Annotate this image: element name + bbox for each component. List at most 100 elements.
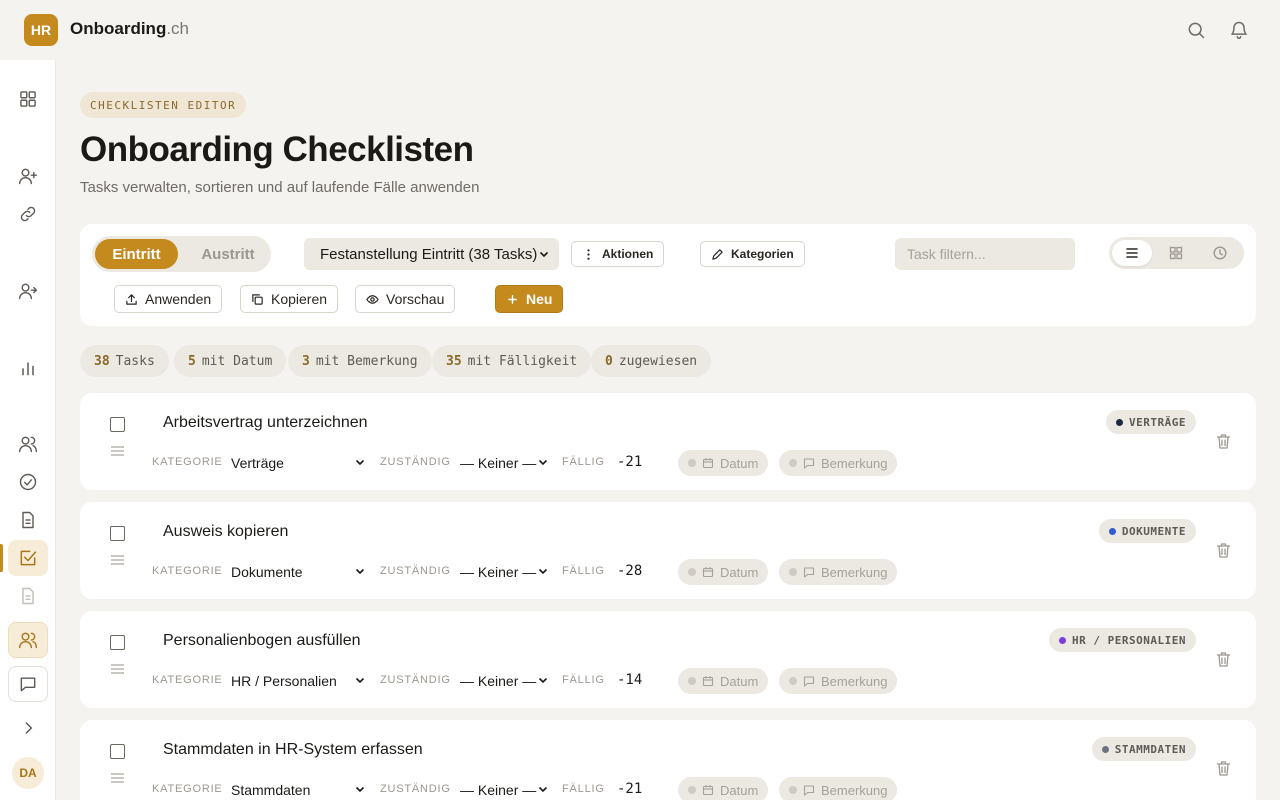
new-task-label: Neu: [526, 291, 553, 307]
search-icon[interactable]: [1186, 20, 1206, 40]
date-toggle[interactable]: Datum: [678, 559, 769, 585]
task-checkbox[interactable]: [110, 526, 125, 541]
chevron-down-icon: [538, 677, 548, 684]
remark-toggle[interactable]: Bemerkung: [779, 559, 898, 585]
message-icon: [20, 677, 36, 692]
trash-icon[interactable]: [1216, 760, 1231, 777]
category-value: Dokumente: [231, 564, 303, 580]
task-name[interactable]: Arbeitsvertrag unterzeichnen: [163, 414, 368, 432]
assignee-select[interactable]: — Keiner —: [460, 453, 548, 473]
toolbar-card: Eintritt Austritt Festanstellung Eintrit…: [80, 224, 1256, 326]
new-task-button[interactable]: Neu: [495, 285, 564, 313]
nav-dashboard[interactable]: [8, 81, 48, 117]
remark-toggle-label: Bemerkung: [821, 673, 888, 689]
stat-assigned-label: zugewiesen: [618, 353, 698, 369]
date-toggle[interactable]: Datum: [678, 777, 769, 800]
trash-icon[interactable]: [1216, 651, 1231, 668]
nav-add-person[interactable]: [8, 158, 48, 194]
drag-handle-icon[interactable]: [110, 663, 125, 675]
stat-tasks: 38 Tasks: [80, 345, 169, 377]
mode-exit-button[interactable]: Austritt: [188, 239, 268, 269]
clock-icon: [1213, 246, 1227, 260]
nav-messages[interactable]: [8, 666, 48, 702]
drag-handle-icon[interactable]: [110, 772, 125, 784]
date-toggle-label: Datum: [720, 564, 759, 580]
mode-entry-button[interactable]: Eintritt: [95, 239, 178, 269]
view-grid-button[interactable]: [1156, 240, 1196, 266]
drag-handle-icon[interactable]: [110, 554, 125, 566]
assignee-select[interactable]: — Keiner —: [460, 671, 548, 691]
nav-checklists[interactable]: [0, 540, 48, 576]
trash-icon[interactable]: [1216, 433, 1231, 450]
page-subtitle: Tasks verwalten, sortieren und auf laufe…: [80, 179, 480, 196]
nav-links[interactable]: [8, 196, 48, 232]
nav-people[interactable]: [8, 426, 48, 462]
due-value[interactable]: -14: [617, 672, 642, 688]
nav-documents[interactable]: [8, 502, 48, 538]
category-badge: HR / PERSONALIEN: [1049, 628, 1196, 652]
category-color-dot: [1101, 745, 1109, 753]
calendar-icon: [702, 458, 714, 469]
task-name[interactable]: Stammdaten in HR-System erfassen: [163, 741, 423, 759]
date-status-dot: [688, 459, 696, 467]
date-status-dot: [688, 568, 696, 576]
preview-button[interactable]: Vorschau: [355, 285, 456, 313]
assignee-label: ZUSTÄNDIG: [380, 783, 451, 795]
template-select[interactable]: Festanstellung Eintritt (38 Tasks): [304, 238, 559, 270]
category-select[interactable]: Stammdaten: [231, 780, 365, 800]
category-select[interactable]: HR / Personalien: [231, 671, 365, 691]
actions-button[interactable]: Aktionen: [571, 241, 665, 267]
stat-remark-label: mit Bemerkung: [315, 353, 418, 369]
nav-offboarding[interactable]: [8, 273, 48, 309]
task-checkbox[interactable]: [110, 417, 125, 432]
stat-due-label: mit Fälligkeit: [467, 353, 578, 369]
brand-name[interactable]: Onboarding.ch: [70, 19, 189, 39]
chevron-down-icon: [539, 251, 549, 258]
view-list-button[interactable]: [1112, 240, 1152, 266]
due-value[interactable]: -21: [617, 781, 642, 797]
category-select[interactable]: Dokumente: [231, 562, 365, 582]
chevron-right-icon: [25, 722, 33, 734]
nav-templates[interactable]: [8, 578, 48, 614]
remark-toggle[interactable]: Bemerkung: [779, 450, 898, 476]
assignee-select[interactable]: — Keiner —: [460, 562, 548, 582]
task-name[interactable]: Personalienbogen ausfüllen: [163, 632, 360, 650]
date-toggle[interactable]: Datum: [678, 450, 769, 476]
assignee-select[interactable]: — Keiner —: [460, 780, 548, 800]
nav-reports[interactable]: [8, 350, 48, 386]
category-select[interactable]: Verträge: [231, 453, 365, 473]
trash-icon[interactable]: [1216, 542, 1231, 559]
apply-label: Anwenden: [145, 291, 212, 307]
user-plus-icon: [18, 168, 38, 185]
remark-toggle[interactable]: Bemerkung: [779, 668, 898, 694]
task-card: Arbeitsvertrag unterzeichnen KATEGORIE V…: [80, 393, 1256, 490]
chevron-down-icon: [538, 568, 548, 575]
categories-button[interactable]: Kategorien: [700, 241, 805, 267]
app-logo[interactable]: HR: [24, 14, 58, 46]
task-checkbox[interactable]: [110, 744, 125, 759]
apply-button[interactable]: Anwenden: [114, 285, 223, 313]
date-toggle[interactable]: Datum: [678, 668, 769, 694]
chevron-down-icon: [538, 786, 548, 793]
due-value[interactable]: -28: [617, 563, 642, 579]
stat-due-count: 35: [446, 353, 462, 369]
pencil-icon: [712, 248, 723, 260]
document-icon: [22, 511, 34, 529]
stat-date-label: mit Datum: [201, 353, 273, 369]
task-checkbox[interactable]: [110, 635, 125, 650]
task-filter-input[interactable]: [895, 238, 1075, 270]
category-badge: STAMMDATEN: [1091, 737, 1196, 761]
nav-team[interactable]: [8, 622, 48, 658]
user-avatar[interactable]: DA: [12, 757, 44, 789]
category-color-dot: [1108, 527, 1116, 535]
remark-toggle[interactable]: Bemerkung: [779, 777, 898, 800]
copy-button[interactable]: Kopieren: [240, 285, 339, 313]
nav-tasks[interactable]: [8, 464, 48, 500]
sidebar-expand[interactable]: [8, 710, 48, 746]
category-badge: DOKUMENTE: [1098, 519, 1196, 543]
bell-icon[interactable]: [1229, 20, 1249, 40]
task-name[interactable]: Ausweis kopieren: [163, 523, 288, 541]
drag-handle-icon[interactable]: [110, 445, 125, 457]
view-timeline-button[interactable]: [1200, 240, 1240, 266]
due-value[interactable]: -21: [617, 454, 642, 470]
